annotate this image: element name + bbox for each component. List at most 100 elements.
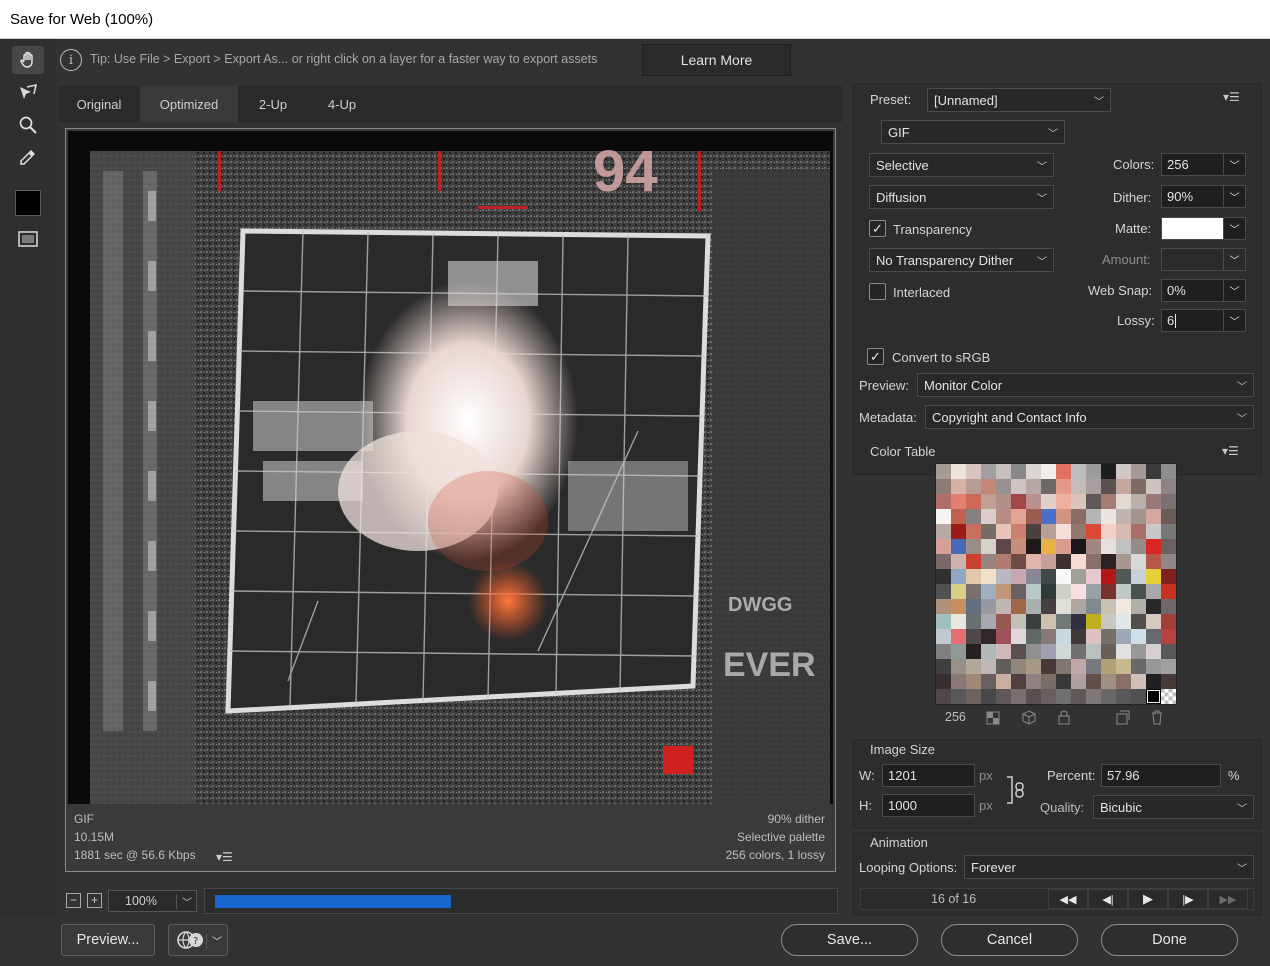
color-table-swatch[interactable] [1071,524,1086,539]
color-table-swatch[interactable] [1131,644,1146,659]
color-table-swatch[interactable] [1146,494,1161,509]
color-table-swatch[interactable] [1116,674,1131,689]
color-table-swatch[interactable] [981,494,996,509]
color-table-swatch[interactable] [951,614,966,629]
color-table-swatch[interactable] [951,629,966,644]
color-table-swatch[interactable] [1116,464,1131,479]
color-table-swatch[interactable] [1131,479,1146,494]
color-table-swatch[interactable] [1116,584,1131,599]
tab-2-up[interactable]: 2-Up [238,86,308,122]
color-table-swatch[interactable] [951,599,966,614]
color-table-swatch[interactable] [1056,539,1071,554]
color-table-swatch[interactable] [1161,524,1176,539]
color-table-swatch[interactable] [1146,569,1161,584]
color-table-swatch[interactable] [1116,539,1131,554]
looping-options-select[interactable]: Forever ﹀ [964,855,1254,879]
color-table-swatch[interactable] [981,509,996,524]
transparency-checkbox[interactable]: ✓ [869,220,886,237]
eyedropper-tool[interactable] [12,143,44,171]
color-table-swatch[interactable] [996,629,1011,644]
metadata-select[interactable]: Copyright and Contact Info ﹀ [925,405,1254,429]
color-table-swatch[interactable] [951,464,966,479]
color-table-swatch[interactable] [1041,659,1056,674]
color-table-swatch[interactable] [1161,509,1176,524]
color-table-swatch[interactable] [951,494,966,509]
color-table-swatch[interactable] [1086,659,1101,674]
color-table-swatch[interactable] [1056,464,1071,479]
color-table-swatch[interactable] [1026,569,1041,584]
color-table-swatch[interactable] [1131,464,1146,479]
hand-tool[interactable] [12,46,44,74]
color-table-swatch[interactable] [981,464,996,479]
next-frame-button[interactable]: |▶ [1168,889,1208,909]
color-table-swatch[interactable] [1041,644,1056,659]
color-table-swatch[interactable] [936,524,951,539]
save-button[interactable]: Save... [781,924,918,956]
color-table-swatch[interactable] [996,569,1011,584]
color-table-swatch[interactable] [1041,674,1056,689]
percent-field[interactable]: 57.96 [1101,764,1221,787]
color-table-swatch[interactable] [1086,464,1101,479]
done-button[interactable]: Done [1101,924,1238,956]
color-table-swatch[interactable] [1026,659,1041,674]
color-table-swatch[interactable] [1056,644,1071,659]
tab-original[interactable]: Original [58,86,140,122]
color-table-swatch[interactable] [1011,509,1026,524]
color-table-swatch[interactable] [1026,614,1041,629]
color-table-swatch[interactable] [951,674,966,689]
color-table-swatch[interactable] [996,539,1011,554]
first-frame-button[interactable]: ◀◀ [1048,889,1088,909]
colors-field[interactable]: 256 ﹀ [1161,153,1246,176]
preset-select[interactable]: [Unnamed] ﹀ [927,88,1111,112]
color-table-swatch[interactable] [1131,494,1146,509]
color-table-swatch[interactable] [1026,554,1041,569]
link-chain-icon[interactable] [1004,775,1028,805]
color-table-swatch[interactable] [1011,539,1026,554]
color-table-swatch[interactable] [966,569,981,584]
color-table-swatch[interactable] [981,539,996,554]
color-table-swatch[interactable] [1116,569,1131,584]
color-table-swatch[interactable] [936,599,951,614]
color-table-swatch[interactable] [981,524,996,539]
new-color-icon[interactable] [1116,710,1130,725]
color-table-swatch[interactable] [966,554,981,569]
color-table-swatch[interactable] [936,689,951,704]
color-table-swatch[interactable] [1086,554,1101,569]
color-table-swatch[interactable] [1056,584,1071,599]
color-table-swatch[interactable] [996,509,1011,524]
color-table-swatch[interactable] [1056,689,1071,704]
color-table-swatch[interactable] [1161,689,1176,704]
color-table-swatch[interactable] [981,479,996,494]
color-table-swatch[interactable] [1086,584,1101,599]
color-table-swatch[interactable] [951,644,966,659]
color-table-swatch[interactable] [981,644,996,659]
preview-image[interactable]: 94 DWGG EVER [68,131,833,804]
color-table-swatch[interactable] [936,509,951,524]
color-table-swatch[interactable] [1026,524,1041,539]
color-table-swatch[interactable] [1146,509,1161,524]
color-table-swatch[interactable] [1086,674,1101,689]
color-table-swatch[interactable] [1161,494,1176,509]
color-table-swatch[interactable] [966,689,981,704]
color-table-swatch[interactable] [1146,584,1161,599]
trash-icon[interactable] [1150,710,1164,725]
color-table-swatch[interactable] [966,659,981,674]
color-table-swatch[interactable] [1116,479,1131,494]
color-table-swatch[interactable] [966,479,981,494]
color-table-swatch[interactable] [1101,614,1116,629]
color-table-swatch[interactable] [966,494,981,509]
color-table-swatch[interactable] [1026,599,1041,614]
eyedropper-color[interactable] [12,189,44,217]
color-table-swatch[interactable] [951,659,966,674]
color-table-swatch[interactable] [1026,479,1041,494]
color-table-swatch[interactable] [996,479,1011,494]
tab-optimized[interactable]: Optimized [140,86,238,122]
color-table-swatch[interactable] [1116,689,1131,704]
color-table-swatch[interactable] [1056,629,1071,644]
lock-color-icon[interactable] [1057,710,1071,725]
color-table-swatch[interactable] [1116,614,1131,629]
color-table-swatch[interactable] [1011,569,1026,584]
color-table-swatch[interactable] [1041,479,1056,494]
color-table-swatch[interactable] [1116,494,1131,509]
color-table-swatch[interactable] [1071,689,1086,704]
